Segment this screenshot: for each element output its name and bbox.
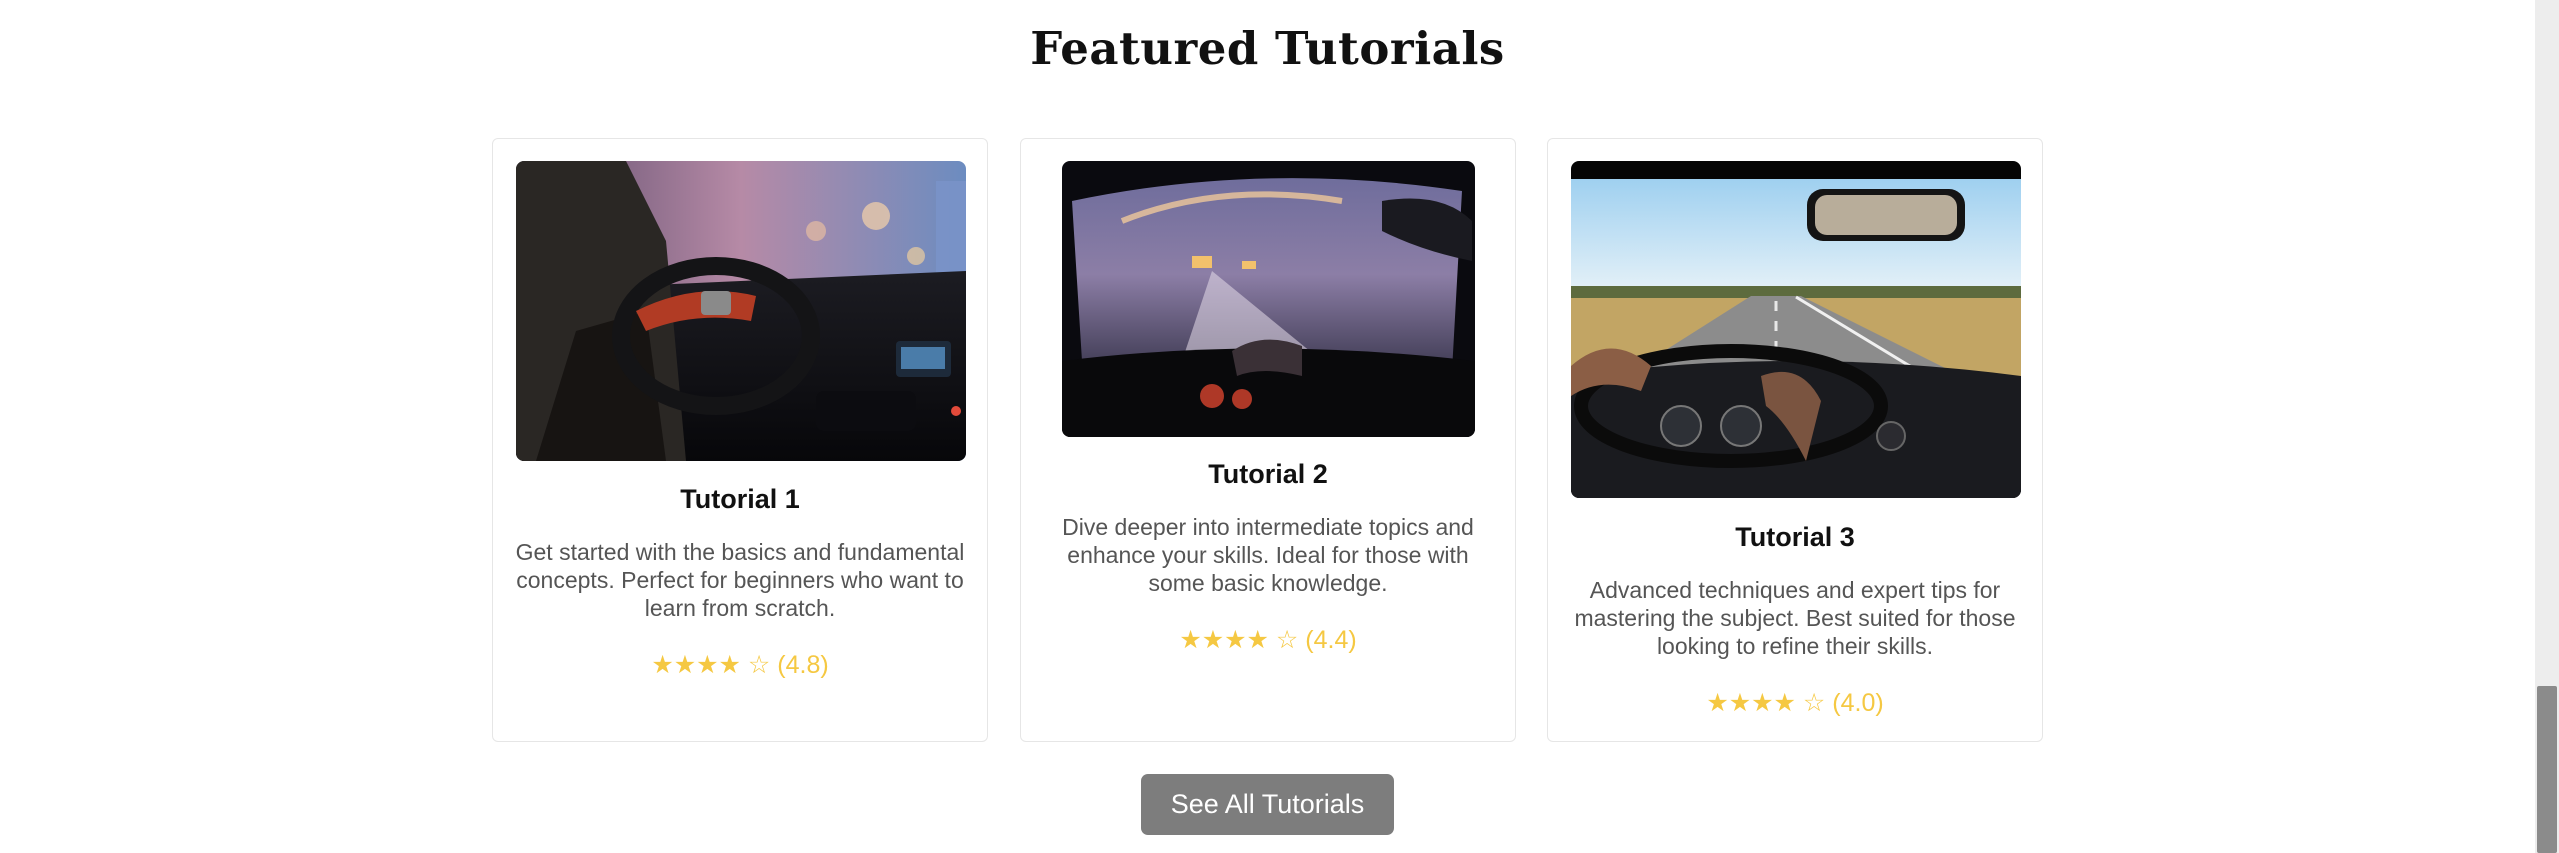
tutorial-card-1[interactable]: Tutorial 1 Get started with the basics a… <box>492 138 988 742</box>
tutorial-2-rating: ★★★★ ☆ (4.4) <box>1179 626 1357 654</box>
tutorial-card-3[interactable]: Tutorial 3 Advanced techniques and exper… <box>1547 138 2043 742</box>
tutorial-3-rating: ★★★★ ☆ (4.0) <box>1706 689 1884 717</box>
tutorial-1-description: Get started with the basics and fundamen… <box>515 539 965 621</box>
tutorial-1-rating: ★★★★ ☆ (4.8) <box>651 651 829 679</box>
tutorial-2-title: Tutorial 2 <box>1208 459 1328 489</box>
vertical-scrollbar[interactable] <box>2535 0 2559 853</box>
tutorial-2-image[interactable] <box>1062 161 1475 437</box>
tutorial-3-description: Advanced techniques and expert tips for … <box>1574 577 2016 659</box>
featured-tutorials-section: Featured Tutorials Tutorial 1 Get starte… <box>0 0 2535 853</box>
night-driving-photo <box>516 161 966 461</box>
tutorial-2-description: Dive deeper into intermediate topics and… <box>1062 514 1474 596</box>
windshield-view-photo <box>1062 161 1475 437</box>
tutorial-card-2[interactable]: Tutorial 2 Dive deeper into intermediate… <box>1020 138 1516 742</box>
scrollbar-thumb[interactable] <box>2537 686 2557 853</box>
tutorial-1-title: Tutorial 1 <box>680 484 800 514</box>
section-title: Featured Tutorials <box>1030 22 1505 75</box>
tutorial-3-image[interactable] <box>1571 161 2021 498</box>
tutorial-3-title: Tutorial 3 <box>1735 522 1855 552</box>
highway-driving-photo <box>1571 161 2021 498</box>
see-all-tutorials-button[interactable]: See All Tutorials <box>1141 774 1394 835</box>
tutorial-1-image[interactable] <box>516 161 966 461</box>
